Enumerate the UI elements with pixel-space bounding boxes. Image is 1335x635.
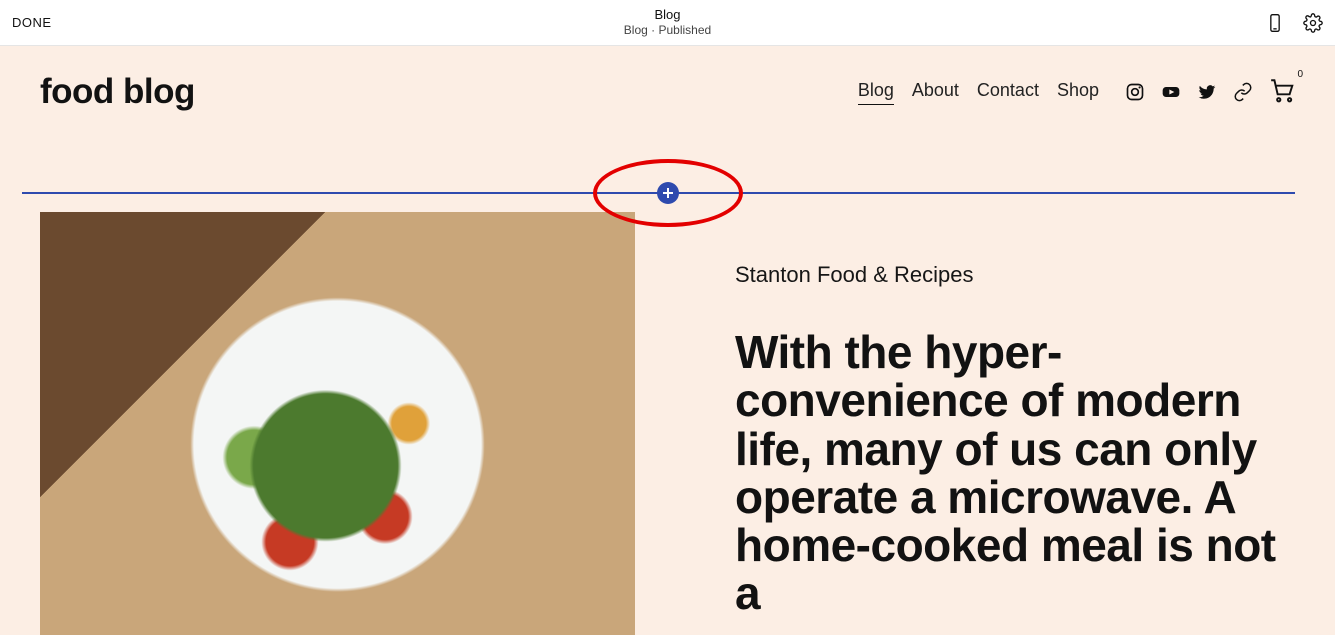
twitter-icon[interactable] <box>1197 82 1217 102</box>
site-title[interactable]: food blog <box>40 72 195 112</box>
nav-contact[interactable]: Contact <box>977 80 1039 105</box>
site-canvas: food blog Blog About Contact Shop <box>0 46 1335 635</box>
nav-shop[interactable]: Shop <box>1057 80 1099 105</box>
nav-about[interactable]: About <box>912 80 959 105</box>
page-title: Blog <box>624 7 711 23</box>
post-image[interactable] <box>40 212 635 635</box>
instagram-icon[interactable] <box>1125 82 1145 102</box>
add-section-button[interactable] <box>657 182 679 204</box>
featured-post: Stanton Food & Recipes With the hyper-co… <box>40 212 1295 635</box>
youtube-icon[interactable] <box>1161 82 1181 102</box>
primary-nav: Blog About Contact Shop <box>858 80 1099 105</box>
post-kicker: Stanton Food & Recipes <box>735 262 1295 288</box>
nav-blog[interactable]: Blog <box>858 80 894 105</box>
gear-icon[interactable] <box>1303 13 1323 33</box>
editor-top-bar: DONE Blog Blog · Published <box>0 0 1335 46</box>
done-button[interactable]: DONE <box>12 15 52 30</box>
page-status: Blog · Published <box>624 23 711 38</box>
page-indicator[interactable]: Blog Blog · Published <box>624 7 711 38</box>
mobile-preview-icon[interactable] <box>1265 13 1285 33</box>
post-headline[interactable]: With the hyper-convenience of modern lif… <box>735 328 1295 618</box>
site-header: food blog Blog About Contact Shop <box>0 46 1335 126</box>
cart-count: 0 <box>1297 69 1303 80</box>
link-icon[interactable] <box>1233 82 1253 102</box>
cart-button[interactable]: 0 <box>1269 77 1295 108</box>
